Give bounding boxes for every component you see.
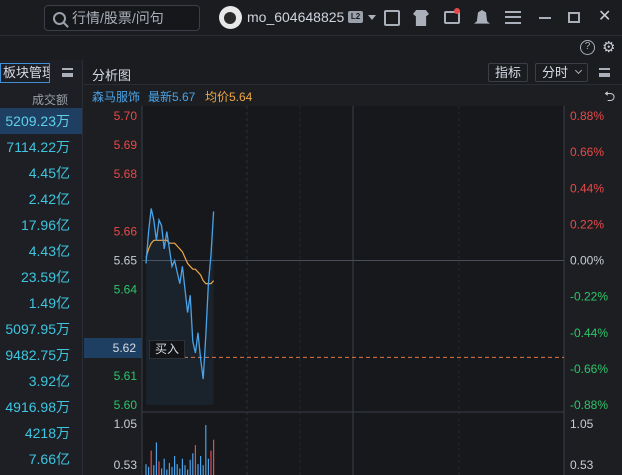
- percent-tick-label: 0.22%: [570, 217, 604, 231]
- average-price: 均价5.64: [205, 90, 253, 104]
- column-header-turnover[interactable]: 成交额: [32, 91, 68, 108]
- current-price-tag: 5.62: [84, 338, 142, 358]
- chevron-down-icon: [574, 66, 583, 75]
- intraday-chart[interactable]: 5.70 5.69 5.68 5.66 5.65 5.64 5.62 5.61 5.60 0.88…: [84, 106, 622, 475]
- stock-name: 森马服饰: [92, 90, 141, 104]
- list-item[interactable]: 2.42亿: [0, 186, 82, 212]
- expand-icon[interactable]: [384, 10, 400, 26]
- price-tick-label: 5.64: [114, 282, 138, 296]
- percent-tick-label: 0.00%: [570, 254, 604, 268]
- close-icon[interactable]: ✕: [598, 9, 614, 25]
- volume-tick-label: 0.53: [570, 458, 594, 472]
- search-icon: [53, 11, 66, 25]
- avatar[interactable]: [219, 6, 242, 29]
- gear-icon[interactable]: ⚙: [602, 38, 615, 56]
- secondary-toolbar: [0, 36, 622, 60]
- percent-tick-label: 0.66%: [570, 145, 604, 159]
- list-menu-icon[interactable]: [62, 68, 73, 77]
- percent-tick-label: 0.88%: [570, 109, 604, 123]
- minimize-icon[interactable]: [539, 17, 551, 19]
- price-tick-label: 5.61: [114, 369, 138, 383]
- chart-menu-icon[interactable]: [599, 68, 610, 77]
- list-item[interactable]: 23.59亿: [0, 264, 82, 290]
- list-item[interactable]: 4218万: [0, 420, 82, 446]
- price-tick-label: 5.69: [114, 138, 138, 152]
- list-item[interactable]: 5097.95万: [0, 316, 82, 342]
- list-item[interactable]: 1.49亿: [0, 290, 82, 316]
- percent-tick-label: -0.66%: [570, 362, 608, 376]
- chart-title: 分析图: [92, 68, 132, 83]
- price-tick-label: 5.60: [114, 398, 138, 412]
- username[interactable]: mo_604648825: [247, 9, 344, 25]
- list-item[interactable]: 4916.98万: [0, 394, 82, 420]
- sector-management-button[interactable]: 板块管理: [0, 63, 50, 83]
- restore-icon[interactable]: [568, 12, 580, 23]
- volume-tick-label: 1.05: [114, 417, 138, 431]
- volume-tick-label: 0.53: [114, 458, 138, 472]
- timeshare-dropdown[interactable]: 分时: [535, 63, 588, 82]
- volume-tick-label: 1.05: [570, 417, 594, 431]
- user-dropdown-icon[interactable]: [368, 15, 376, 20]
- timeshare-label: 分时: [542, 65, 569, 80]
- stock-list-panel: 板块管理 成交额 5209.23万 7114.22万 4.45亿 2.42亿 17.96…: [0, 60, 83, 475]
- list-item[interactable]: 4.45亿: [0, 160, 82, 186]
- level-badge: L2: [348, 11, 363, 23]
- mail-unread-dot-icon: [454, 8, 460, 14]
- price-tick-label: 5.70: [114, 109, 138, 123]
- list-item[interactable]: 5209.23万: [0, 108, 82, 134]
- list-item[interactable]: 17.96亿: [0, 212, 82, 238]
- list-item[interactable]: 9482.75万: [0, 342, 82, 368]
- list-item[interactable]: 7.66亿: [0, 446, 82, 472]
- latest-price: 最新5.67: [148, 90, 196, 104]
- buy-button[interactable]: 买入: [149, 340, 185, 359]
- price-tick-label: 5.65: [114, 254, 138, 268]
- list-item[interactable]: 3.92亿: [0, 368, 82, 394]
- percent-tick-label: -0.22%: [570, 290, 608, 304]
- list-item[interactable]: 4.43亿: [0, 238, 82, 264]
- indicator-button[interactable]: 指标: [488, 63, 528, 82]
- list-item[interactable]: 7114.22万: [0, 134, 82, 160]
- help-icon[interactable]: ?: [580, 40, 595, 55]
- search-placeholder: 行情/股票/问句: [72, 10, 164, 26]
- percent-tick-label: 0.44%: [570, 181, 604, 195]
- percent-tick-label: -0.44%: [570, 326, 608, 340]
- price-tick-label: 5.66: [114, 225, 138, 239]
- percent-tick-label: -0.88%: [570, 398, 608, 412]
- main-menu-icon[interactable]: [505, 11, 521, 24]
- price-tick-label: 5.68: [114, 167, 138, 181]
- search-input[interactable]: 行情/股票/问句: [44, 5, 200, 31]
